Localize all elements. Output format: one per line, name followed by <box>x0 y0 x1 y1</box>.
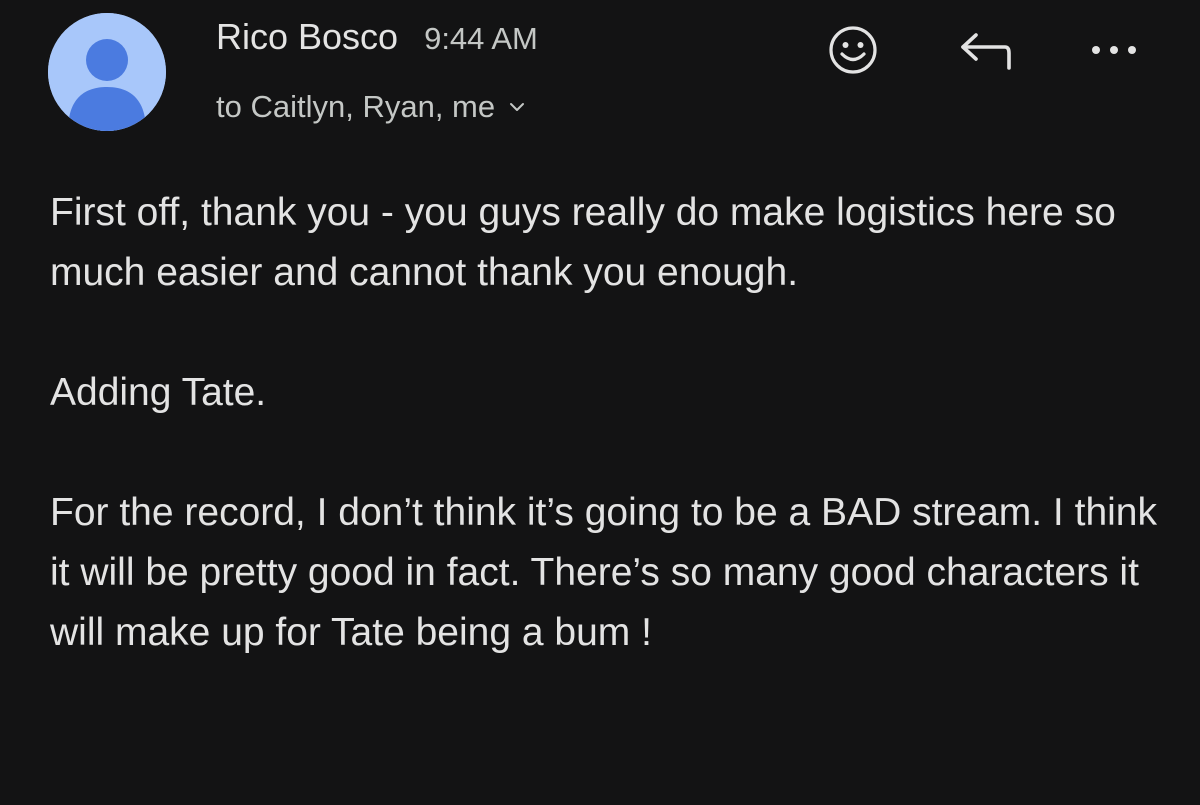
reply-button[interactable] <box>956 22 1012 78</box>
reply-arrow-icon <box>961 33 1011 70</box>
sender-name[interactable]: Rico Bosco <box>216 16 398 58</box>
body-paragraph: Adding Tate. <box>50 371 267 414</box>
person-icon <box>48 13 166 131</box>
body-paragraph: For the record, I don’t think it’s going… <box>50 491 1157 654</box>
sender-line: Rico Bosco 9:44 AM <box>216 16 538 62</box>
message-time: 9:44 AM <box>424 21 538 56</box>
email-message: Rico Bosco 9:44 AM to Caitlyn, Ryan, me <box>0 0 1200 805</box>
chevron-down-icon <box>509 99 525 115</box>
more-options-button[interactable] <box>1086 22 1142 78</box>
smiley-face-icon <box>829 26 877 74</box>
recipients-toggle[interactable]: to Caitlyn, Ryan, me <box>216 84 525 130</box>
message-body: First off, thank you - you guys really d… <box>50 183 1180 663</box>
add-reaction-button[interactable] <box>825 22 881 78</box>
body-paragraph: First off, thank you - you guys really d… <box>50 191 1116 294</box>
avatar[interactable] <box>48 13 166 131</box>
recipients-label: to Caitlyn, Ryan, me <box>216 89 496 124</box>
more-dots-icon <box>1092 46 1136 54</box>
